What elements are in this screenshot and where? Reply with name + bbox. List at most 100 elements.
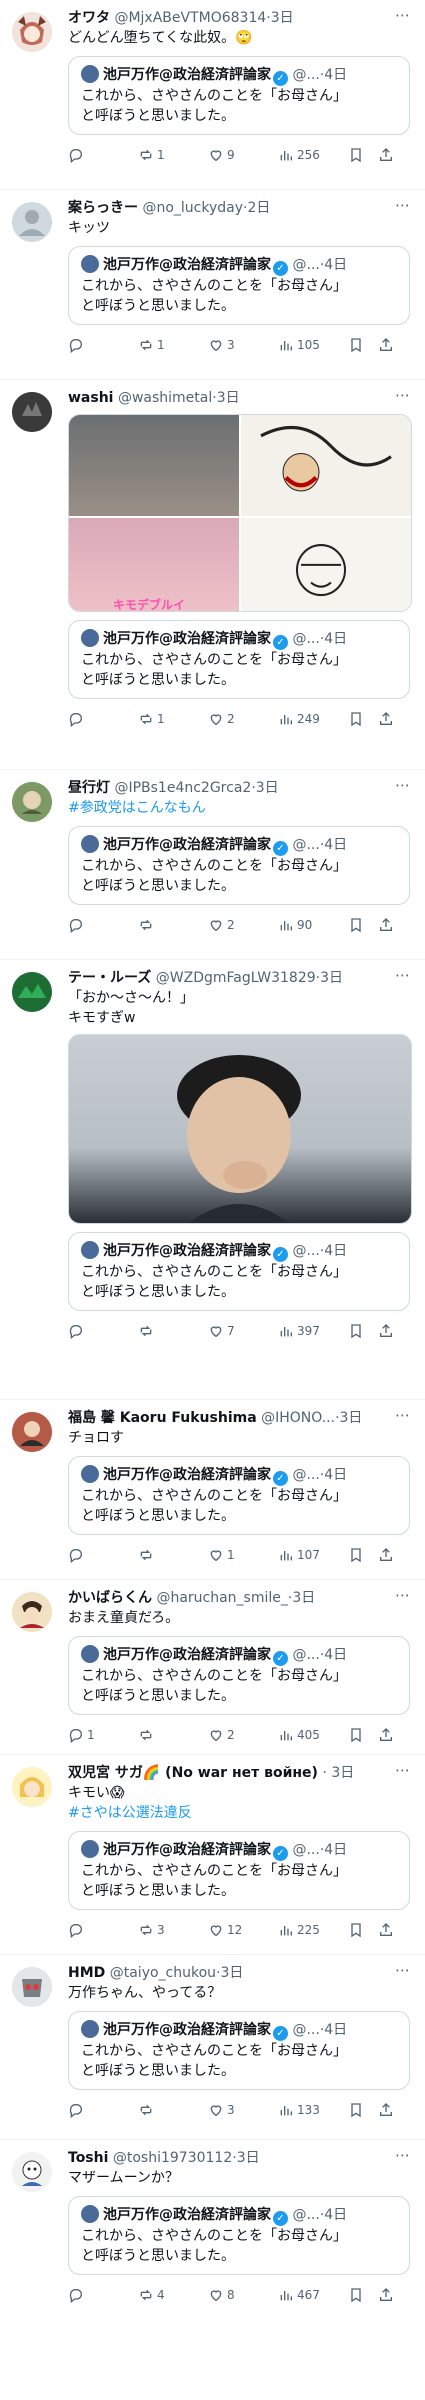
author-name[interactable]: 案らっきー bbox=[68, 200, 138, 216]
timestamp[interactable]: 3日 bbox=[221, 1965, 244, 1981]
share-button[interactable] bbox=[378, 1922, 402, 1938]
avatar[interactable] bbox=[12, 392, 52, 432]
author-name[interactable]: 双児宮 サガ🌈 (No war нет войне) bbox=[68, 1765, 318, 1781]
quoted-tweet[interactable]: 池戸万作@政治経済評論家 ✓ @...·4日 これから、さやさんのことを「お母さん… bbox=[68, 1831, 410, 1910]
author-name[interactable]: テー・ルーズ bbox=[68, 970, 151, 986]
author-handle[interactable]: @MjxABeVTMO68314 bbox=[114, 10, 266, 26]
tweet[interactable]: ⋯ washi @washimetal·3日 キモデブルイ 池戸万作@政治経済評… bbox=[0, 380, 425, 770]
bookmark-button[interactable] bbox=[348, 337, 378, 353]
share-button[interactable] bbox=[378, 1547, 402, 1563]
author-name[interactable]: Toshi bbox=[68, 2150, 108, 2166]
reply-button[interactable]: 1 bbox=[68, 1727, 138, 1743]
share-button[interactable] bbox=[378, 711, 402, 727]
author-handle[interactable]: @IPBs1e4nc2Grca2 bbox=[114, 780, 251, 796]
more-icon[interactable]: ⋯ bbox=[395, 1961, 411, 1979]
reply-button[interactable] bbox=[68, 2287, 138, 2303]
more-icon[interactable]: ⋯ bbox=[395, 386, 411, 404]
retweet-button[interactable] bbox=[138, 2102, 208, 2118]
tweet[interactable]: ⋯ 福島 馨 Kaoru Fukushima @IHONO...·3日 チョロす… bbox=[0, 1400, 425, 1580]
avatar[interactable] bbox=[12, 202, 52, 242]
author-handle[interactable]: @IHONO... bbox=[261, 1410, 335, 1426]
share-button[interactable] bbox=[378, 147, 402, 163]
retweet-button[interactable]: 4 bbox=[138, 2287, 208, 2303]
like-button[interactable]: 9 bbox=[208, 147, 278, 163]
views-button[interactable]: 405 bbox=[278, 1727, 348, 1743]
timestamp[interactable]: 3日 bbox=[237, 2150, 260, 2166]
media-image[interactable] bbox=[241, 415, 411, 516]
bookmark-button[interactable] bbox=[348, 1922, 378, 1938]
reply-button[interactable] bbox=[68, 711, 138, 727]
more-icon[interactable]: ⋯ bbox=[395, 776, 411, 794]
tweet[interactable]: ⋯ オワタ @MjxABeVTMO68314·3日 どんどん堕ちてくな此奴。🙄 … bbox=[0, 0, 425, 190]
bookmark-button[interactable] bbox=[348, 2287, 378, 2303]
media-image[interactable] bbox=[69, 415, 239, 516]
share-button[interactable] bbox=[378, 337, 402, 353]
quoted-tweet[interactable]: 池戸万作@政治経済評論家 ✓ @...·4日 これから、さやさんのことを「お母さん… bbox=[68, 246, 410, 325]
more-icon[interactable]: ⋯ bbox=[395, 966, 411, 984]
timestamp[interactable]: 3日 bbox=[217, 390, 240, 406]
author-handle[interactable]: @no_luckyday bbox=[142, 200, 243, 216]
views-button[interactable]: 467 bbox=[278, 2287, 348, 2303]
quoted-tweet[interactable]: 池戸万作@政治経済評論家 ✓ @...·4日 これから、さやさんのことを「お母さん… bbox=[68, 2011, 410, 2090]
retweet-button[interactable]: 1 bbox=[138, 337, 208, 353]
like-button[interactable]: 3 bbox=[208, 337, 278, 353]
timestamp[interactable]: 3日 bbox=[256, 780, 279, 796]
timestamp[interactable]: 2日 bbox=[247, 200, 270, 216]
bookmark-button[interactable] bbox=[348, 1727, 378, 1743]
like-button[interactable]: 8 bbox=[208, 2287, 278, 2303]
quoted-tweet[interactable]: 池戸万作@政治経済評論家 ✓ @...·4日 これから、さやさんのことを「お母さん… bbox=[68, 1232, 410, 1311]
like-button[interactable]: 7 bbox=[208, 1323, 278, 1339]
like-button[interactable]: 1 bbox=[208, 1547, 278, 1563]
reply-button[interactable] bbox=[68, 147, 138, 163]
author-name[interactable]: 昼行灯 bbox=[68, 780, 110, 796]
avatar[interactable] bbox=[12, 12, 52, 52]
retweet-button[interactable] bbox=[138, 1547, 208, 1563]
author-handle[interactable]: @washimetal bbox=[118, 390, 212, 406]
timestamp[interactable]: 3日 bbox=[271, 10, 294, 26]
views-button[interactable]: 105 bbox=[278, 337, 348, 353]
retweet-button[interactable] bbox=[138, 1727, 208, 1743]
tweet[interactable]: ⋯ 双児宮 サガ🌈 (No war нет войне) · 3日 キモい😱 #… bbox=[0, 1755, 425, 1955]
views-button[interactable]: 225 bbox=[278, 1922, 348, 1938]
more-icon[interactable]: ⋯ bbox=[395, 1406, 411, 1424]
bookmark-button[interactable] bbox=[348, 2102, 378, 2118]
retweet-button[interactable]: 1 bbox=[138, 147, 208, 163]
retweet-button[interactable]: 3 bbox=[138, 1922, 208, 1938]
bookmark-button[interactable] bbox=[348, 1547, 378, 1563]
like-button[interactable]: 12 bbox=[208, 1922, 278, 1938]
bookmark-button[interactable] bbox=[348, 917, 378, 933]
media-image[interactable] bbox=[68, 1034, 412, 1224]
like-button[interactable]: 2 bbox=[208, 711, 278, 727]
author-name[interactable]: 福島 馨 Kaoru Fukushima bbox=[68, 1410, 257, 1426]
retweet-button[interactable]: 1 bbox=[138, 711, 208, 727]
share-button[interactable] bbox=[378, 1727, 402, 1743]
author-handle[interactable]: @WZDgmFagLW31829 bbox=[156, 970, 316, 986]
retweet-button[interactable] bbox=[138, 917, 208, 933]
avatar[interactable] bbox=[12, 1592, 52, 1632]
more-icon[interactable]: ⋯ bbox=[395, 6, 411, 24]
author-handle[interactable]: @taiyo_chukou bbox=[110, 1965, 216, 1981]
media-grid[interactable]: キモデブルイ bbox=[68, 414, 412, 612]
avatar[interactable] bbox=[12, 782, 52, 822]
tweet[interactable]: ⋯ HMD @taiyo_chukou·3日 万作ちゃん、やってる？ 池戸万作@… bbox=[0, 1955, 425, 2140]
retweet-button[interactable] bbox=[138, 1323, 208, 1339]
avatar[interactable] bbox=[12, 1412, 52, 1452]
quoted-tweet[interactable]: 池戸万作@政治経済評論家 ✓ @...·4日 これから、さやさんのことを「お母さん… bbox=[68, 620, 410, 699]
quoted-tweet[interactable]: 池戸万作@政治経済評論家 ✓ @...·4日 これから、さやさんのことを「お母さん… bbox=[68, 1456, 410, 1535]
more-icon[interactable]: ⋯ bbox=[395, 1586, 411, 1604]
like-button[interactable]: 3 bbox=[208, 2102, 278, 2118]
avatar[interactable] bbox=[12, 2152, 52, 2192]
quoted-tweet[interactable]: 池戸万作@政治経済評論家 ✓ @...·4日 これから、さやさんのことを「お母さん… bbox=[68, 1636, 410, 1715]
quoted-tweet[interactable]: 池戸万作@政治経済評論家 ✓ @...·4日 これから、さやさんのことを「お母さん… bbox=[68, 2196, 410, 2275]
views-button[interactable]: 133 bbox=[278, 2102, 348, 2118]
share-button[interactable] bbox=[378, 2102, 402, 2118]
reply-button[interactable] bbox=[68, 1547, 138, 1563]
bookmark-button[interactable] bbox=[348, 1323, 378, 1339]
author-name[interactable]: HMD bbox=[68, 1965, 105, 1981]
tweet[interactable]: ⋯ かいばらくん @haruchan_smile_·3日 おまえ童貞だろ。 池戸… bbox=[0, 1580, 425, 1755]
share-button[interactable] bbox=[378, 1323, 402, 1339]
tweet[interactable]: ⋯ 案らっきー @no_luckyday·2日 キッツ 池戸万作@政治経済評論家… bbox=[0, 190, 425, 380]
reply-button[interactable] bbox=[68, 1323, 138, 1339]
tweet[interactable]: ⋯ テー・ルーズ @WZDgmFagLW31829·3日 「おか〜さ〜ん！」 キ… bbox=[0, 960, 425, 1400]
reply-button[interactable] bbox=[68, 1922, 138, 1938]
